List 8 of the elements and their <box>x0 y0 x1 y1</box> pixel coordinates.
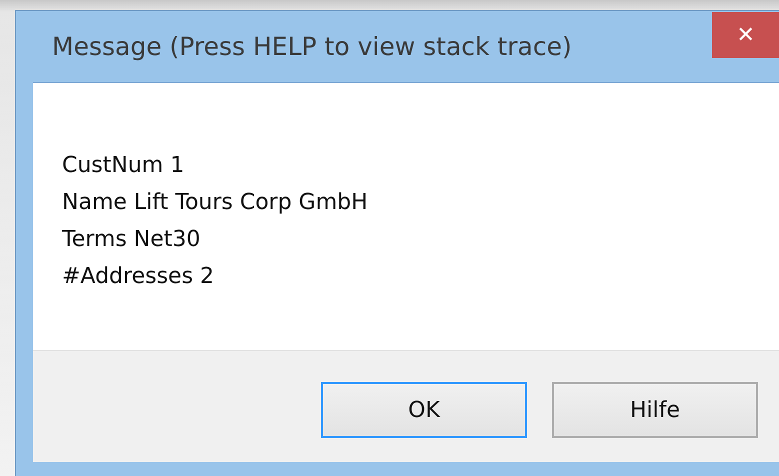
message-line: Terms Net30 <box>62 226 202 254</box>
window-title: Message (Press HELP to view stack trace) <box>51 31 572 63</box>
message-line: #Addresses 2 <box>62 263 216 291</box>
message-line: CustNum 1 <box>62 152 186 180</box>
ok-button[interactable]: OK <box>321 382 527 438</box>
close-button[interactable]: ✕ <box>712 12 779 58</box>
help-button[interactable]: Hilfe <box>552 382 758 438</box>
message-line: Name Lift Tours Corp GmbH <box>62 189 369 217</box>
